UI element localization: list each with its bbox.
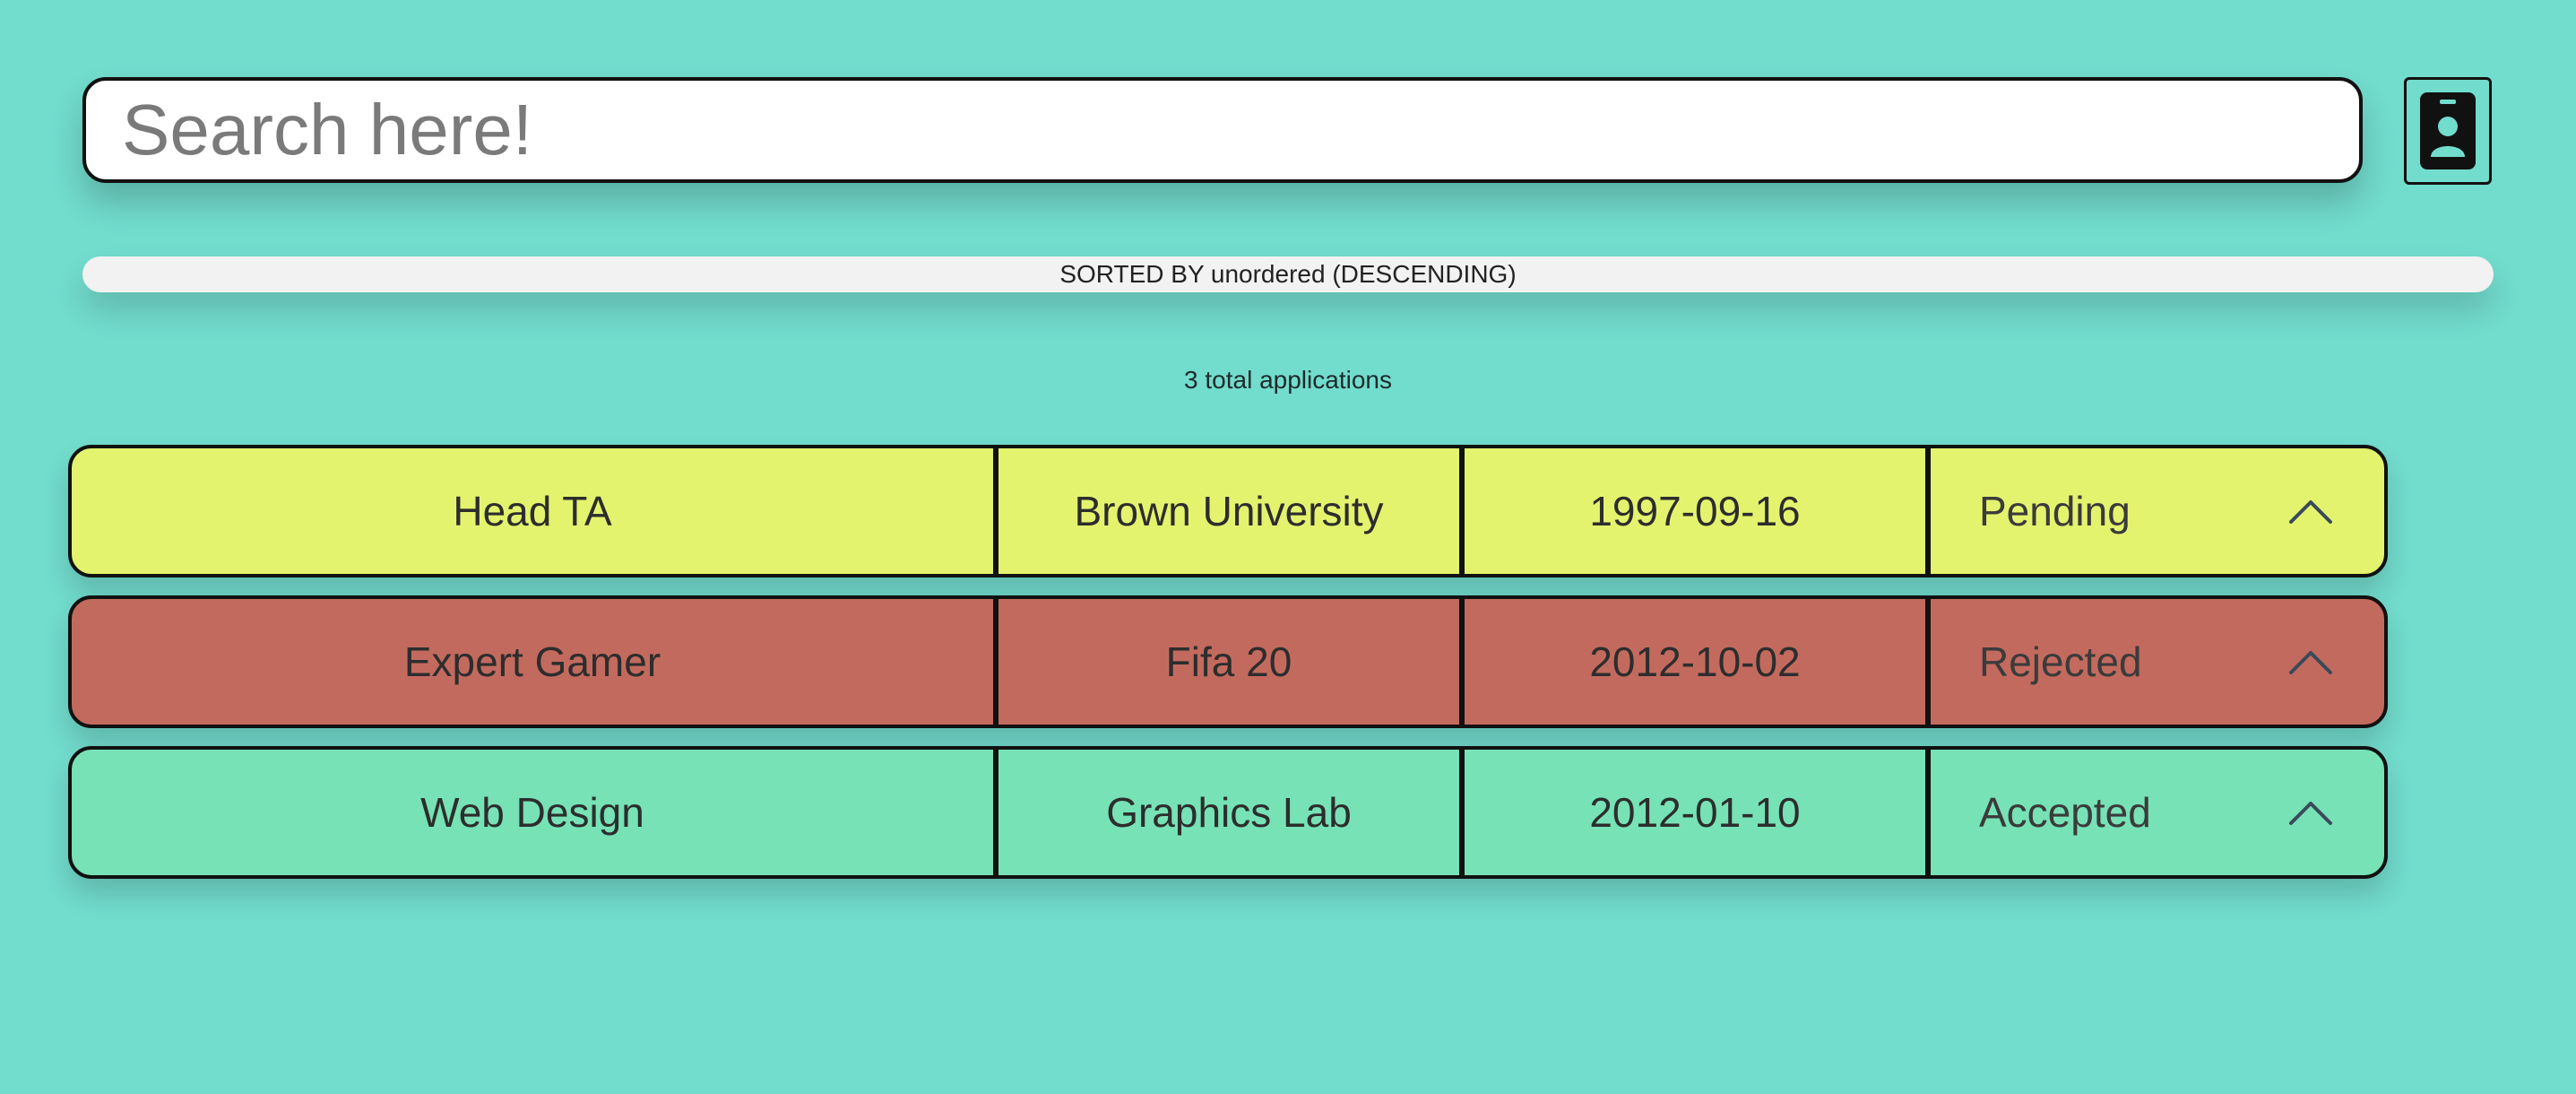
profile-button[interactable] xyxy=(2404,77,2492,185)
total-applications-count: 3 total applications xyxy=(1184,366,1392,394)
search-input[interactable] xyxy=(86,81,2359,179)
application-date: 2012-10-02 xyxy=(1465,599,1931,725)
application-status: Rejected xyxy=(1979,638,2142,685)
id-badge-icon xyxy=(2420,92,2476,169)
chevron-up-icon[interactable] xyxy=(2287,498,2334,525)
application-status-cell: Pending xyxy=(1931,448,2384,574)
application-organization: Graphics Lab xyxy=(998,750,1465,875)
application-row[interactable]: Web Design Graphics Lab 2012-01-10 Accep… xyxy=(68,746,2388,879)
chevron-up-icon[interactable] xyxy=(2287,799,2334,826)
application-list: Head TA Brown University 1997-09-16 Pend… xyxy=(68,445,2388,897)
application-row[interactable]: Head TA Brown University 1997-09-16 Pend… xyxy=(68,445,2388,577)
application-organization: Fifa 20 xyxy=(998,599,1465,725)
application-organization: Brown University xyxy=(998,448,1465,574)
application-status: Accepted xyxy=(1979,789,2151,836)
application-row[interactable]: Expert Gamer Fifa 20 2012-10-02 Rejected xyxy=(68,595,2388,728)
application-status: Pending xyxy=(1979,488,2131,534)
application-title: Head TA xyxy=(72,448,998,574)
application-date: 1997-09-16 xyxy=(1465,448,1931,574)
chevron-up-icon[interactable] xyxy=(2287,648,2334,675)
application-title: Expert Gamer xyxy=(72,599,998,725)
application-date: 2012-01-10 xyxy=(1465,750,1931,875)
application-status-cell: Accepted xyxy=(1931,750,2384,875)
search-box[interactable] xyxy=(82,77,2363,183)
sort-toggle-bar[interactable]: SORTED BY unordered (DESCENDING) xyxy=(82,256,2494,292)
application-title: Web Design xyxy=(72,750,998,875)
application-status-cell: Rejected xyxy=(1931,599,2384,725)
sort-label: SORTED BY unordered (DESCENDING) xyxy=(1059,260,1517,288)
